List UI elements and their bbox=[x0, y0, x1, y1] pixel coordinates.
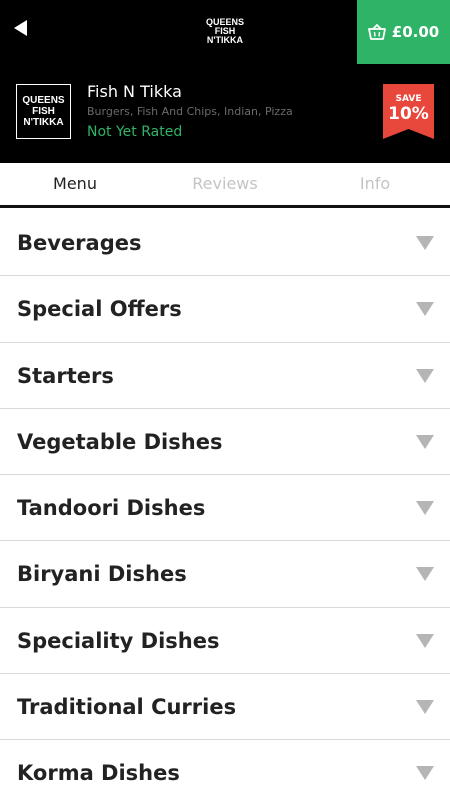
menu-category-starters[interactable]: Starters bbox=[0, 343, 450, 409]
menu-category-speciality-dishes[interactable]: Speciality Dishes bbox=[0, 608, 450, 675]
menu-category-label: Vegetable Dishes bbox=[17, 429, 223, 454]
chevron-down-icon bbox=[416, 236, 434, 250]
menu-category-biryani-dishes[interactable]: Biryani Dishes bbox=[0, 541, 450, 608]
chevron-down-icon bbox=[416, 302, 434, 317]
back-button[interactable] bbox=[14, 20, 36, 44]
restaurant-rating: Not Yet Rated bbox=[87, 124, 183, 140]
chevron-down-icon bbox=[416, 700, 434, 715]
tab-menu[interactable]: Menu bbox=[0, 163, 150, 205]
menu-category-label: Starters bbox=[17, 363, 114, 388]
app-logo: QUEENS FISH N'TIKKA bbox=[190, 18, 260, 48]
restaurant-logo-line-3: N'TIKKA bbox=[23, 117, 64, 128]
tab-reviews[interactable]: Reviews bbox=[150, 163, 300, 205]
menu-category-korma-dishes[interactable]: Korma Dishes bbox=[0, 740, 450, 800]
menu-category-beverages[interactable]: Beverages bbox=[0, 210, 450, 277]
save-label: SAVE bbox=[395, 94, 422, 104]
chevron-down-icon bbox=[416, 567, 434, 582]
restaurant-logo-line-2: FISH bbox=[32, 106, 55, 117]
menu-category-vegetable-dishes[interactable]: Vegetable Dishes bbox=[0, 409, 450, 476]
menu-category-label: Traditional Curries bbox=[17, 695, 237, 720]
restaurant-cuisines: Burgers, Fish And Chips, Indian, Pizza bbox=[87, 105, 293, 118]
restaurant-name: Fish N Tikka bbox=[87, 82, 182, 101]
menu-category-label: Speciality Dishes bbox=[17, 628, 220, 653]
logo-line-3: N'TIKKA bbox=[206, 35, 244, 45]
chevron-down-icon bbox=[416, 368, 434, 383]
chevron-down-icon bbox=[416, 501, 434, 516]
menu-category-label: Tandoori Dishes bbox=[17, 496, 206, 521]
save-badge: SAVE 10% bbox=[383, 84, 434, 139]
chevron-down-icon bbox=[416, 434, 434, 449]
restaurant-logo-line-1: QUEENS bbox=[22, 95, 65, 106]
menu-category-traditional-curries[interactable]: Traditional Curries bbox=[0, 674, 450, 741]
cart-total: £0.00 bbox=[391, 23, 440, 41]
cart-button[interactable]: £0.00 bbox=[357, 0, 450, 64]
chevron-down-icon bbox=[416, 633, 434, 648]
restaurant-header: QUEENS FISH N'TIKKA Fish N Tikka Burgers… bbox=[0, 64, 450, 163]
menu-category-label: Biryani Dishes bbox=[17, 562, 187, 587]
tab-info[interactable]: Info bbox=[300, 163, 450, 205]
menu-category-label: Beverages bbox=[17, 231, 142, 255]
tab-bar: Menu Reviews Info bbox=[0, 163, 450, 208]
menu-category-list: Beverages Special Offers Starters Vegeta… bbox=[0, 210, 450, 800]
back-arrow-icon bbox=[14, 20, 27, 36]
save-percent: 10% bbox=[388, 104, 429, 124]
menu-category-label: Korma Dishes bbox=[17, 761, 180, 786]
basket-icon bbox=[367, 24, 386, 40]
menu-category-tandoori-dishes[interactable]: Tandoori Dishes bbox=[0, 475, 450, 542]
chevron-down-icon bbox=[416, 766, 434, 781]
menu-category-label: Special Offers bbox=[17, 297, 182, 322]
top-bar: QUEENS FISH N'TIKKA £0.00 bbox=[0, 0, 450, 64]
restaurant-logo: QUEENS FISH N'TIKKA bbox=[16, 84, 71, 139]
menu-category-special-offers[interactable]: Special Offers bbox=[0, 276, 450, 343]
